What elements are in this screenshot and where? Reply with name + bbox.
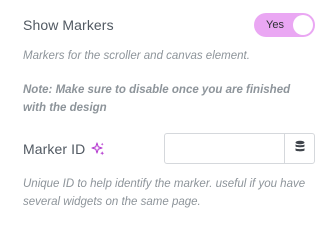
- marker-id-control: Marker ID: [23, 133, 315, 164]
- marker-settings-panel: Show Markers Yes Markers for the scrolle…: [0, 0, 336, 226]
- toggle-yes-label: Yes: [266, 19, 284, 31]
- marker-id-input[interactable]: [165, 134, 284, 163]
- toggle-knob: [293, 15, 313, 35]
- show-markers-description: Markers for the scroller and canvas elem…: [23, 50, 250, 62]
- show-markers-note: Note: Make sure to disable once you are …: [23, 84, 291, 114]
- dynamic-tags-button[interactable]: [284, 134, 314, 163]
- marker-id-label: Marker ID: [23, 140, 86, 157]
- marker-id-label-wrap: Marker ID: [23, 141, 105, 157]
- marker-id-description: Unique ID to help identify the marker. u…: [23, 178, 306, 208]
- marker-id-input-group: [164, 133, 315, 164]
- show-markers-toggle[interactable]: Yes: [254, 13, 315, 37]
- show-markers-label: Show Markers: [23, 17, 114, 33]
- database-icon: [294, 140, 306, 158]
- show-markers-control: Show Markers Yes: [23, 13, 315, 37]
- sparkle-icon[interactable]: [91, 141, 105, 156]
